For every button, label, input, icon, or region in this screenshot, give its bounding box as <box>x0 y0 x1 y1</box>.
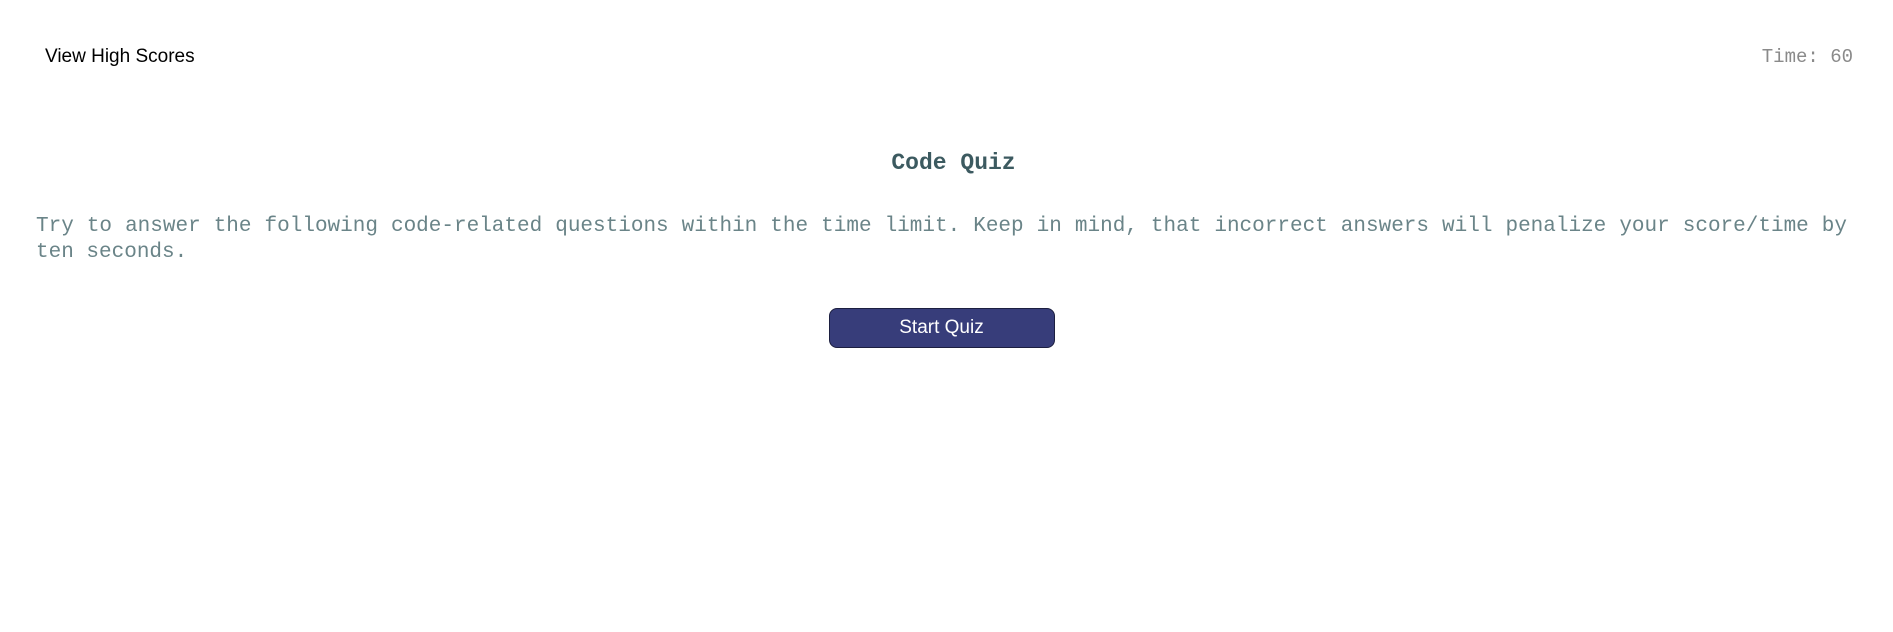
quiz-start-section: Code Quiz Try to answer the following co… <box>36 148 1847 348</box>
quiz-instructions: Try to answer the following code-related… <box>36 215 1847 264</box>
view-high-scores-link[interactable]: View High Scores <box>45 46 195 68</box>
page-title: Code Quiz <box>891 150 1016 176</box>
page-header: View High Scores Time: 60 <box>0 0 1893 120</box>
timer-display: Time: 60 <box>1761 46 1853 68</box>
start-quiz-button[interactable]: Start Quiz <box>828 308 1055 348</box>
